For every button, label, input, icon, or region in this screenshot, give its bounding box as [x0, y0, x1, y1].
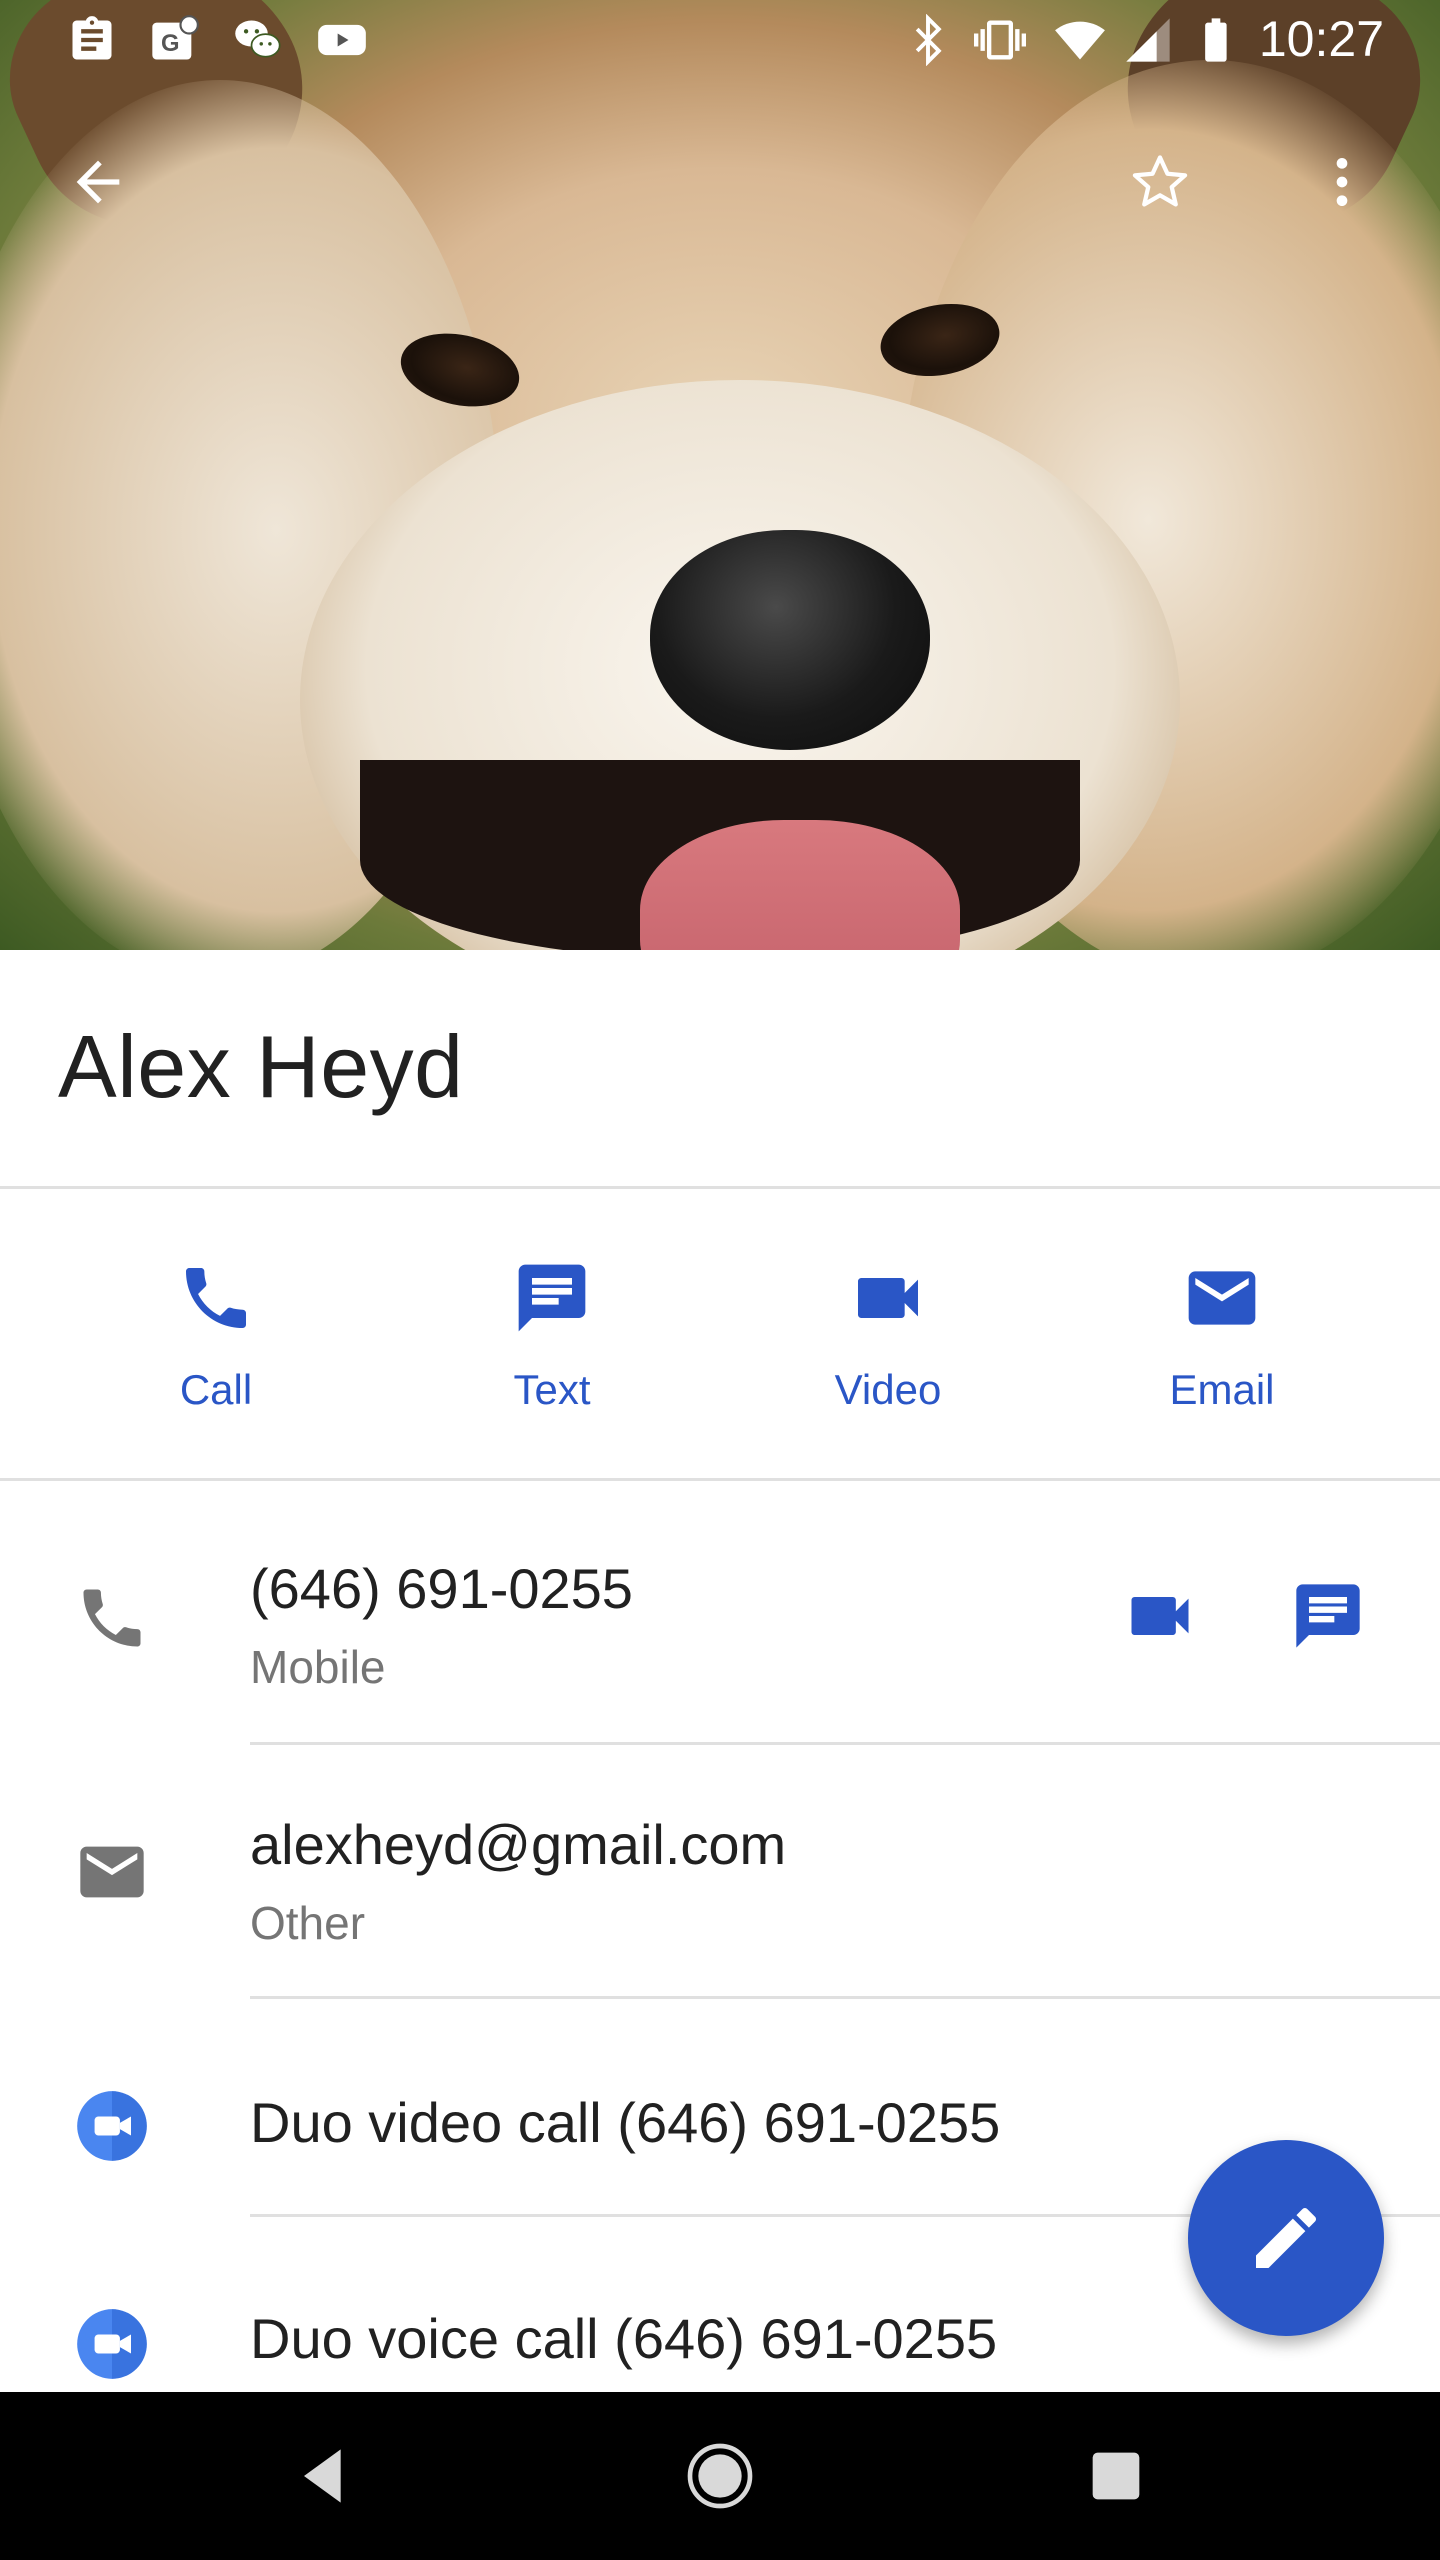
nav-recents-icon [1092, 2452, 1140, 2500]
video-action[interactable]: Video [768, 1250, 1008, 1450]
more-vert-icon [1336, 158, 1348, 206]
phone-video-button[interactable] [1110, 1566, 1210, 1666]
videocam-icon [840, 1250, 936, 1346]
favorite-button[interactable] [1112, 134, 1208, 230]
phone-type: Mobile [250, 1641, 386, 1693]
battery-icon [1190, 14, 1242, 66]
clipboard-icon [66, 14, 118, 66]
wechat-icon [232, 14, 284, 66]
email-label: Email [1169, 1366, 1275, 1413]
call-action[interactable]: Call [96, 1250, 336, 1450]
phone-number: (646) 691-0255 [250, 1557, 633, 1620]
duo-video-label: Duo video call (646) 691-0255 [250, 2091, 1001, 2154]
nav-home-icon [687, 2443, 753, 2509]
edit-contact-fab[interactable] [1188, 2140, 1384, 2336]
contact-photo [0, 0, 1440, 950]
vibrate-icon [974, 14, 1026, 66]
email-icon [1174, 1250, 1270, 1346]
nav-recents-button[interactable] [1056, 2416, 1176, 2536]
text-label: Text [513, 1366, 591, 1413]
email-type: Other [250, 1897, 366, 1949]
maps-g-icon: G [148, 14, 200, 66]
status-bar: G 10:27 [0, 0, 1440, 84]
text-action[interactable]: Text [432, 1250, 672, 1450]
duo-icon [72, 2086, 152, 2166]
star-outline-icon [1132, 155, 1188, 207]
phone-icon [72, 1578, 152, 1658]
navigation-bar [0, 2392, 1440, 2560]
divider [0, 1478, 1440, 1481]
back-button[interactable] [50, 134, 146, 230]
photo-detail [650, 530, 930, 750]
call-label: Call [179, 1366, 253, 1413]
bluetooth-icon [902, 14, 954, 66]
video-label: Video [834, 1366, 942, 1413]
youtube-icon [316, 14, 368, 66]
duo-voice-label: Duo voice call (646) 691-0255 [250, 2307, 998, 2370]
videocam-icon [1131, 1597, 1189, 1635]
message-icon [504, 1250, 600, 1346]
edit-icon [1256, 2207, 1317, 2268]
svg-text:G: G [161, 30, 180, 57]
divider [250, 1742, 1440, 1745]
status-time: 10:27 [1258, 11, 1384, 67]
signal-icon [1122, 14, 1174, 66]
wifi-icon [1054, 14, 1106, 66]
email-action[interactable]: Email [1102, 1250, 1342, 1450]
phone-icon [168, 1250, 264, 1346]
message-icon [1296, 1584, 1360, 1648]
email-address: alexheyd@gmail.com [250, 1813, 787, 1876]
phone-message-button[interactable] [1278, 1566, 1378, 1666]
nav-home-button[interactable] [660, 2416, 780, 2536]
divider [0, 1186, 1440, 1189]
divider [250, 1996, 1440, 1999]
nav-back-button[interactable] [264, 2416, 384, 2536]
contact-name: Alex Heyd [58, 1017, 464, 1116]
more-options-button[interactable] [1294, 134, 1390, 230]
arrow-back-icon [76, 160, 120, 204]
duo-icon [72, 2304, 152, 2384]
nav-back-icon [304, 2449, 341, 2503]
email-icon [72, 1832, 152, 1912]
